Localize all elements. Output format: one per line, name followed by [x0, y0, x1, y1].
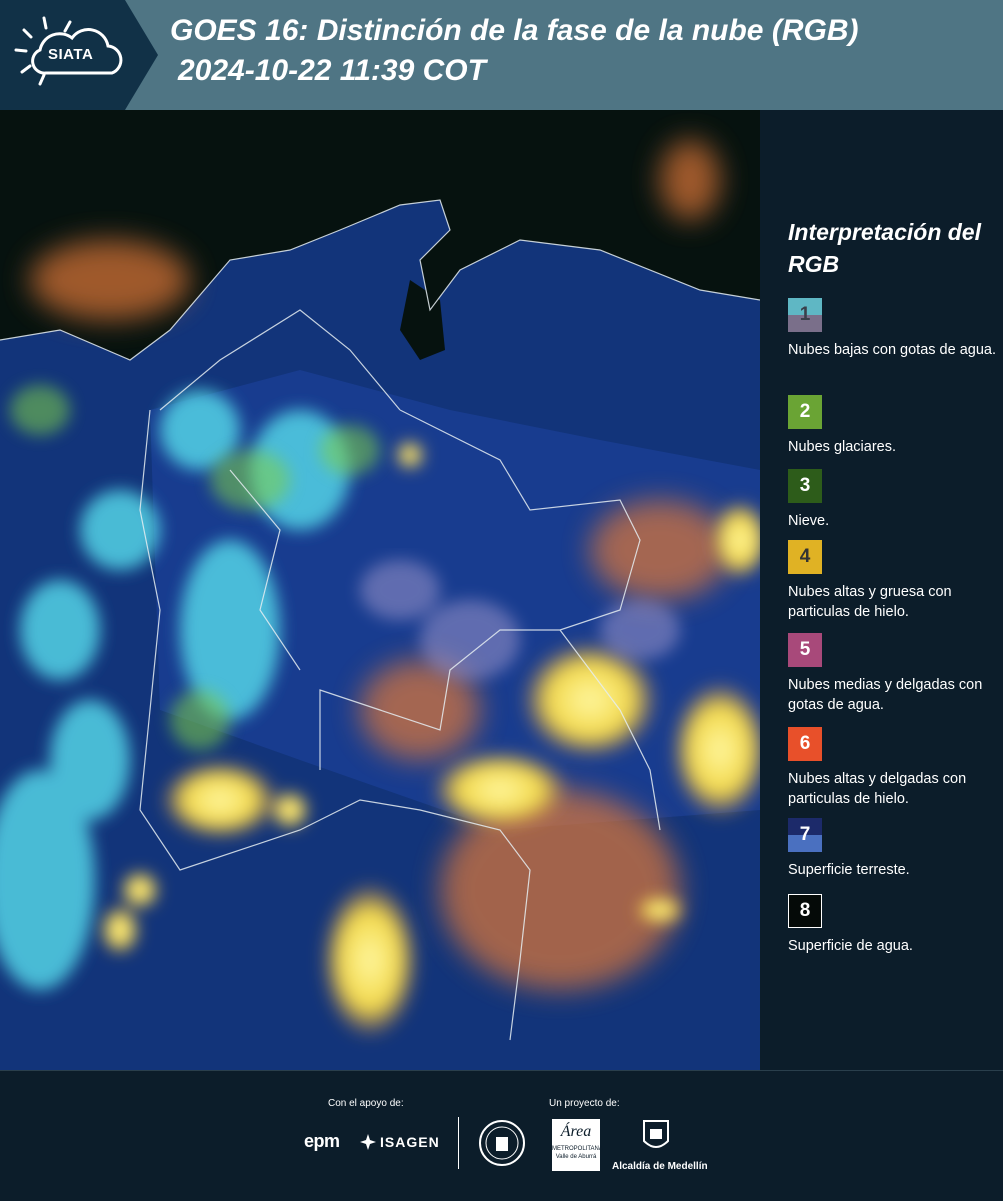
- epm-logo: epm: [304, 1131, 340, 1151]
- area-metropolitana-subname: Valle de Aburrá: [555, 1154, 597, 1160]
- rgb-legend-panel: Interpretación del RGB 1 Nubes bajas con…: [760, 110, 1003, 1070]
- legend-item-1: 1 Nubes bajas con gotas de agua.: [788, 298, 998, 360]
- legend-swatch-7: 7: [788, 818, 822, 852]
- area-metropolitana-emblem: Área: [560, 1123, 592, 1140]
- legend-item-5: 5 Nubes medias y delgadas con gotas de a…: [788, 633, 998, 715]
- page-title: GOES 16: Distinción de la fase de la nub…: [170, 14, 859, 47]
- legend-label-4: Nubes altas y gruesa con particulas de h…: [788, 584, 952, 620]
- legend-swatch-8: 8: [788, 894, 822, 928]
- legend-swatch-6: 6: [788, 727, 822, 761]
- legend-swatch-4: 4: [788, 540, 822, 574]
- satellite-rgb-image: [0, 110, 760, 1070]
- isagen-logo: ISAGEN: [360, 1134, 440, 1150]
- area-metropolitana-name: METROPOLITANA: [552, 1146, 603, 1152]
- legend-label-5: Nubes medias y delgadas con gotas de agu…: [788, 677, 983, 713]
- footer-divider: [458, 1117, 459, 1169]
- legend-item-8: 8 Superficie de agua.: [788, 894, 998, 956]
- satellite-map: [0, 110, 760, 1070]
- page-subtitle-datetime: 2024-10-22 11:39 COT: [178, 54, 486, 87]
- legend-item-3: 3 Nieve.: [788, 469, 998, 531]
- alcaldia-label: Alcaldía de Medellín: [612, 1161, 708, 1172]
- logo-text: SIATA: [48, 46, 94, 63]
- legend-swatch-2: 2: [788, 395, 822, 429]
- area-metropolitana-logo: Área METROPOLITANA Valle de Aburrá: [552, 1119, 603, 1171]
- legend-swatch-1: 1: [788, 298, 822, 332]
- legend-title: Interpretación del RGB: [788, 219, 981, 277]
- legend-swatch-5: 5: [788, 633, 822, 667]
- legend-item-6: 6 Nubes altas y delgadas con particulas …: [788, 727, 998, 809]
- legend-label-6: Nubes altas y delgadas con particulas de…: [788, 771, 967, 807]
- isagen-icon: [360, 1134, 376, 1150]
- legend-item-7: 7 Superficie terreste.: [788, 818, 998, 880]
- university-seal-icon: [479, 1120, 525, 1166]
- legend-swatch-3: 3: [788, 469, 822, 503]
- legend-item-4: 4 Nubes altas y gruesa con particulas de…: [788, 540, 998, 622]
- legend-label-1: Nubes bajas con gotas de agua.: [788, 342, 996, 358]
- footer: Con el apoyo de: Un proyecto de: epm ISA…: [0, 1070, 1003, 1201]
- legend-label-7: Superficie terreste.: [788, 862, 910, 878]
- project-label: Un proyecto de:: [549, 1098, 620, 1109]
- siata-logo: SIATA: [0, 0, 158, 110]
- legend-item-2: 2 Nubes glaciares.: [788, 395, 998, 457]
- legend-label-8: Superficie de agua.: [788, 938, 913, 954]
- medellin-shield-icon: [643, 1120, 669, 1148]
- legend-label-3: Nieve.: [788, 513, 830, 529]
- support-label: Con el apoyo de:: [328, 1098, 404, 1109]
- legend-label-2: Nubes glaciares.: [788, 439, 896, 455]
- header-bar: SIATA GOES 16: Distinción de la fase de …: [0, 0, 1003, 110]
